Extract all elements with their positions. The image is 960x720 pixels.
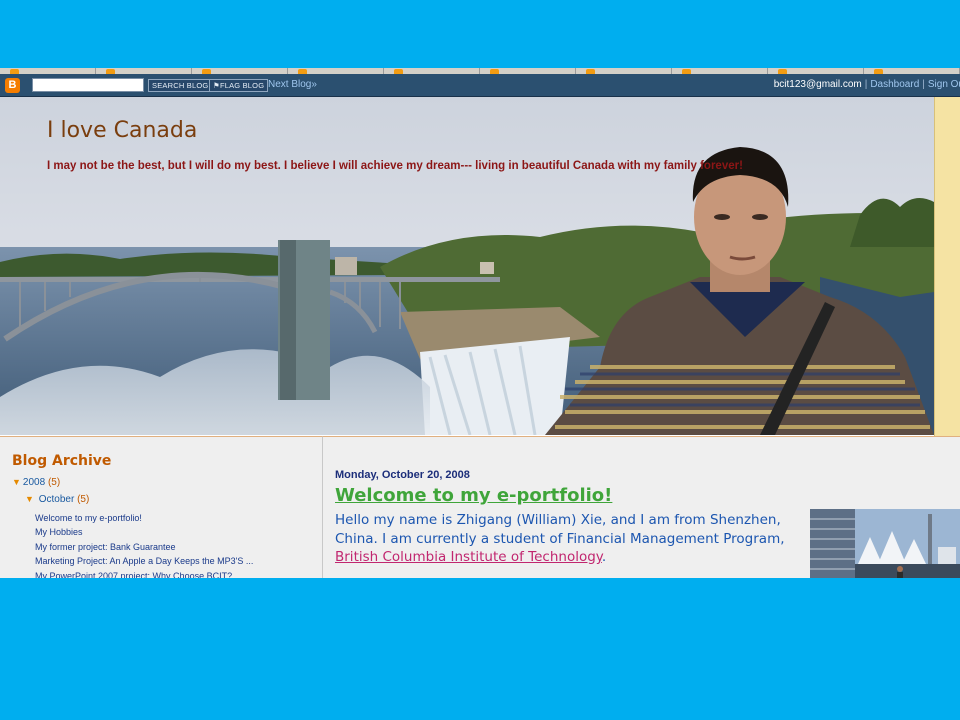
post-date: Monday, October 20, 2008 (335, 469, 470, 481)
blog-header: I love Canada I may not be the best, but… (0, 97, 934, 435)
flag-icon: ⚑ (213, 81, 220, 90)
browser-screenshot: B SEARCH BLOG ⚑FLAG BLOG Next Blog» bcit… (0, 68, 960, 578)
bcit-link[interactable]: British Columbia Institute of Technology (335, 549, 602, 565)
post-body-end: . (601, 549, 607, 565)
header-photo (0, 97, 934, 435)
archive-post-list: Welcome to my e-portfolio! My Hobbies My… (35, 511, 253, 578)
separator: | (864, 79, 868, 90)
archive-year-count: (5) (47, 477, 61, 488)
main-content: Monday, October 20, 2008 Welcome to my e… (323, 436, 960, 578)
sidebar: Blog Archive ▼ 2008 (5) ▼ October (5) Wel… (0, 436, 323, 578)
blogger-navbar: B SEARCH BLOG ⚑FLAG BLOG Next Blog» bcit… (0, 74, 960, 97)
blogger-logo-icon[interactable]: B (5, 78, 20, 93)
archive-year[interactable]: ▼ 2008 (5) (12, 477, 60, 488)
dashboard-link[interactable]: Dashboard (870, 79, 919, 90)
blog-title[interactable]: I love Canada (47, 118, 197, 143)
archive-month-label[interactable]: October (39, 494, 75, 505)
next-blog-link[interactable]: Next Blog» (268, 79, 317, 90)
archive-month[interactable]: ▼ October (5) (25, 494, 89, 505)
triangle-down-icon[interactable]: ▼ (25, 494, 34, 504)
account-links: bcit123@gmail.com|Dashboard|Sign Ou (774, 79, 960, 90)
separator: | (922, 79, 925, 90)
archive-post-link[interactable]: My Hobbies (35, 525, 253, 539)
page-background-strip (934, 97, 960, 437)
post-title-link[interactable]: Welcome to my e-portfolio! (335, 485, 612, 506)
user-email: bcit123@gmail.com (773, 79, 862, 90)
archive-post-link[interactable]: Welcome to my e-portfolio! (35, 511, 253, 525)
post-body: Hello my name is Zhigang (William) Xie, … (335, 511, 785, 567)
archive-post-link[interactable]: My PowerPoint 2007 project: Why Choose B… (35, 569, 253, 578)
search-blog-button[interactable]: SEARCH BLOG (148, 79, 213, 92)
post-photo[interactable] (810, 509, 960, 578)
sign-out-link[interactable]: Sign Ou (928, 79, 960, 90)
archive-post-link[interactable]: My former project: Bank Guarantee (35, 540, 253, 554)
flag-blog-label: FLAG BLOG (219, 81, 265, 90)
blog-archive-heading: Blog Archive (12, 453, 112, 469)
flag-blog-button[interactable]: ⚑FLAG BLOG (209, 79, 269, 92)
archive-post-link[interactable]: Marketing Project: An Apple a Day Keeps … (35, 554, 253, 568)
blog-description: I may not be the best, but I will do my … (47, 160, 743, 172)
archive-year-label[interactable]: 2008 (23, 477, 45, 488)
post-body-text: Hello my name is Zhigang (William) Xie, … (335, 512, 785, 547)
search-blog-input[interactable] (32, 78, 144, 92)
archive-month-count: (5) (77, 494, 90, 505)
triangle-down-icon[interactable]: ▼ (12, 477, 21, 487)
